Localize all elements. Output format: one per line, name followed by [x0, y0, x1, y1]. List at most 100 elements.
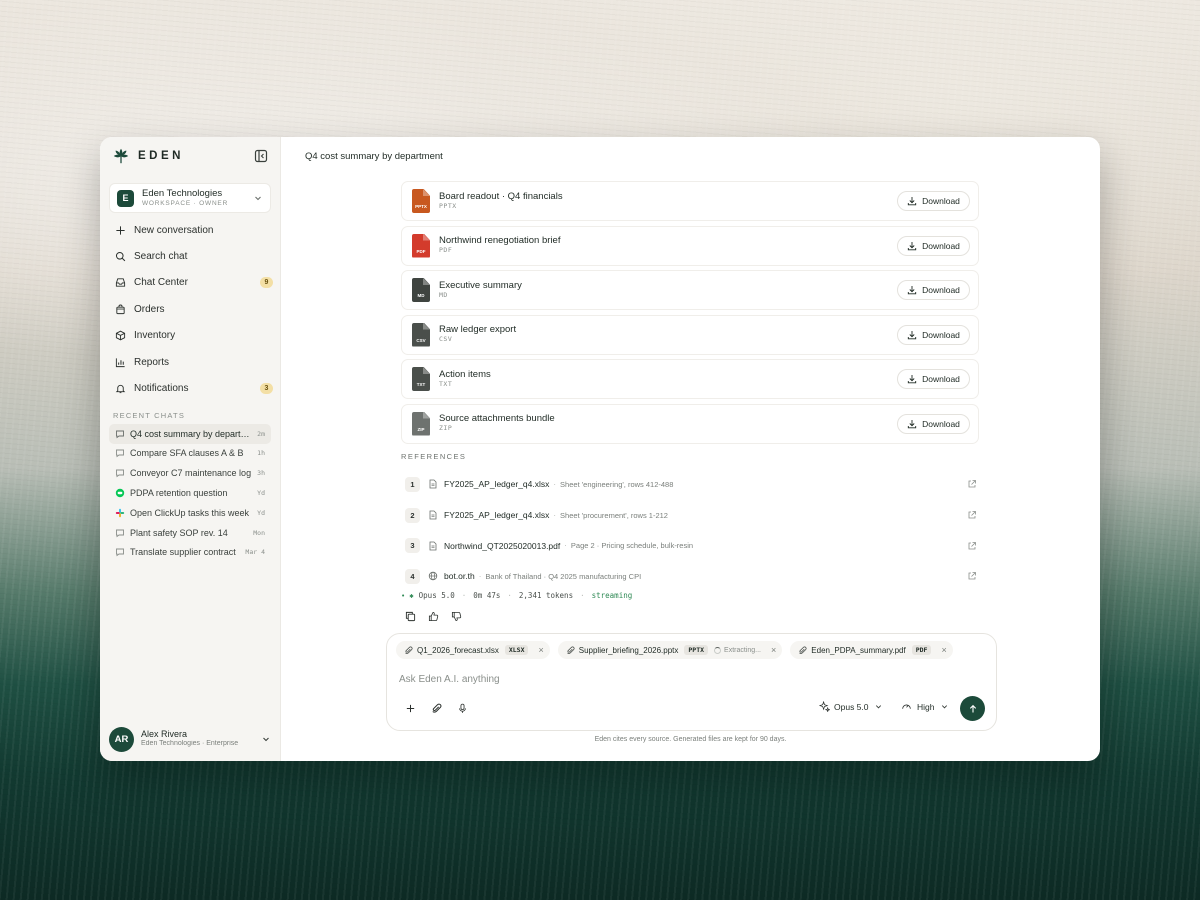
file-name: Northwind renegotiation brief	[439, 235, 561, 247]
reference-desc: Sheet 'engineering', rows 412-488	[560, 479, 674, 489]
attachment-chip[interactable]: Eden_PDPA_summary.pdf PDF ×	[790, 641, 953, 659]
model-selector[interactable]: Opus 5.0	[819, 701, 883, 712]
chevron-down-icon	[942, 705, 948, 709]
effort-selector[interactable]: High	[901, 701, 949, 712]
attachment-chip[interactable]: Q1_2026_forecast.xlsx XLSX ×	[396, 641, 550, 659]
generated-files-list: PPTX Board readout · Q4 financials PPTX D…	[401, 181, 979, 448]
chevron-down-icon	[875, 705, 881, 709]
reference-number: 4	[405, 568, 420, 584]
recent-chat-label: Conveyor C7 maintenance log	[130, 468, 252, 479]
recent-chats-label: RECENT CHATS	[113, 410, 186, 420]
main-panel: Q4 cost summary by department PPTX Board…	[281, 137, 1100, 761]
reference-item[interactable]: 4 bot.or.th · Bank of Thailand · Q4 2025…	[405, 561, 977, 592]
thumbs-down-icon[interactable]	[451, 611, 462, 622]
reference-item[interactable]: 3 Northwind_QT2025020013.pdf · Page 2 · …	[405, 530, 977, 561]
nav-label: Chat Center	[134, 277, 188, 289]
attachment-ext: XLSX	[504, 645, 529, 655]
external-link-icon[interactable]	[967, 541, 977, 551]
reference-item[interactable]: 2 FY2025_AP_ledger_q4.xlsx · Sheet 'proc…	[405, 500, 977, 531]
prompt-input[interactable]	[399, 674, 959, 685]
download-icon	[907, 197, 917, 206]
external-link-icon[interactable]	[967, 479, 977, 489]
csv-file-icon: CSV	[412, 322, 430, 347]
remove-attachment-icon[interactable]: ×	[771, 645, 776, 655]
remove-attachment-icon[interactable]: ×	[538, 645, 543, 655]
download-button[interactable]: Download	[897, 191, 970, 211]
microphone-icon[interactable]	[457, 703, 468, 714]
recent-chat-time: Mon	[253, 528, 265, 537]
download-button[interactable]: Download	[897, 235, 970, 256]
copy-icon[interactable]	[405, 611, 416, 622]
nav-notifications[interactable]: Notifications 3	[100, 375, 280, 401]
chat-icon	[116, 449, 124, 458]
notifications-badge: 3	[260, 383, 273, 395]
reference-item[interactable]: 1 FY2025_AP_ledger_q4.xlsx · Sheet 'engi…	[405, 469, 977, 500]
workspace-switcher[interactable]: E Eden Technologies WORKSPACE · OWNER	[109, 183, 271, 213]
leaf-logo-icon	[113, 148, 129, 164]
references-list: 1 FY2025_AP_ledger_q4.xlsx · Sheet 'engi…	[405, 469, 977, 592]
spinner-icon	[714, 646, 722, 654]
collapse-sidebar-icon[interactable]	[254, 149, 268, 163]
recent-chat-item[interactable]: Conveyor C7 maintenance log 3h	[109, 463, 271, 483]
recent-chat-item[interactable]: Plant safety SOP rev. 14 Mon	[109, 523, 271, 543]
nav-label: Reports	[134, 356, 170, 368]
paperclip-icon	[405, 646, 413, 654]
download-button[interactable]: Download	[897, 280, 970, 300]
chevron-down-icon	[263, 737, 269, 742]
reference-desc: Page 2 · Pricing schedule, bulk-resin	[570, 541, 694, 551]
external-link-icon[interactable]	[967, 510, 977, 520]
file-name: Board readout · Q4 financials	[439, 190, 563, 202]
separator-dot: ·	[553, 479, 557, 489]
recent-chat-item[interactable]: Open ClickUp tasks this week Yd	[109, 503, 271, 523]
brand-row: EDEN	[100, 137, 280, 175]
file-card: ZIP Source attachments bundle ZIP Downloa…	[401, 403, 979, 444]
app-window: EDEN E Eden Technologies WORKSPACE · OWN…	[100, 137, 1100, 761]
nav-orders[interactable]: Orders	[100, 296, 280, 322]
remove-attachment-icon[interactable]: ×	[941, 645, 946, 655]
attachment-ext: PDF	[911, 645, 932, 655]
user-name: Alex Rivera	[141, 729, 188, 740]
recent-chat-time: Mar 4	[245, 548, 265, 557]
file-name: Executive summary	[439, 279, 522, 291]
send-button[interactable]	[960, 696, 985, 721]
recent-chat-label: Open ClickUp tasks this week	[130, 507, 250, 518]
extracting-status: Extracting...	[714, 646, 761, 654]
message-actions	[405, 611, 462, 622]
separator-dot: ·	[478, 571, 482, 581]
attachment-chip[interactable]: Supplier_briefing_2026.pptx PPTX Extract…	[557, 641, 783, 659]
paperclip-icon[interactable]	[431, 703, 442, 714]
download-icon	[907, 241, 917, 250]
nav-chat-center[interactable]: Chat Center 9	[100, 270, 280, 296]
file-name: Raw ledger export	[439, 324, 517, 336]
recent-chat-item[interactable]: Compare SFA clauses A & B 1h	[109, 444, 271, 464]
external-link-icon[interactable]	[967, 571, 977, 581]
txt-file-icon: TXT	[412, 367, 430, 391]
download-button[interactable]: Download	[897, 413, 970, 434]
download-button[interactable]: Download	[897, 324, 970, 345]
nav-label: Orders	[134, 303, 165, 315]
nav-reports[interactable]: Reports	[100, 349, 280, 375]
recent-chat-item[interactable]: PDPA retention question Yd	[109, 483, 271, 503]
sidebar: EDEN E Eden Technologies WORKSPACE · OWN…	[100, 137, 281, 761]
page-title: Q4 cost summary by department	[305, 151, 443, 162]
recent-chat-item[interactable]: Translate supplier contract Mar 4	[109, 543, 271, 563]
thumbs-up-icon[interactable]	[428, 611, 439, 622]
plus-icon[interactable]	[405, 703, 416, 714]
recent-chat-time: 3h	[257, 469, 265, 478]
download-button[interactable]: Download	[897, 369, 970, 389]
nav-new-conversation[interactable]: New conversation	[100, 217, 280, 243]
nav-inventory[interactable]: Inventory	[100, 323, 280, 349]
attachment-name: Eden_PDPA_summary.pdf	[811, 645, 906, 655]
plus-icon	[116, 226, 125, 235]
reference-name: bot.or.th	[444, 571, 475, 582]
main-nav: New conversation Search chat Chat Center…	[100, 217, 280, 402]
chat-icon	[116, 548, 124, 557]
bar-chart-icon	[115, 358, 125, 367]
recent-chat-item[interactable]: Q4 cost summary by department 2m	[109, 423, 271, 444]
nav-search-chat[interactable]: Search chat	[100, 243, 280, 269]
workspace-subtitle: WORKSPACE · OWNER	[142, 199, 229, 207]
file-name: Action items	[439, 368, 491, 380]
file-icon	[429, 479, 437, 489]
user-menu[interactable]: AR Alex Rivera Eden Technologies · Enter…	[100, 717, 280, 761]
chat-icon	[116, 430, 124, 439]
